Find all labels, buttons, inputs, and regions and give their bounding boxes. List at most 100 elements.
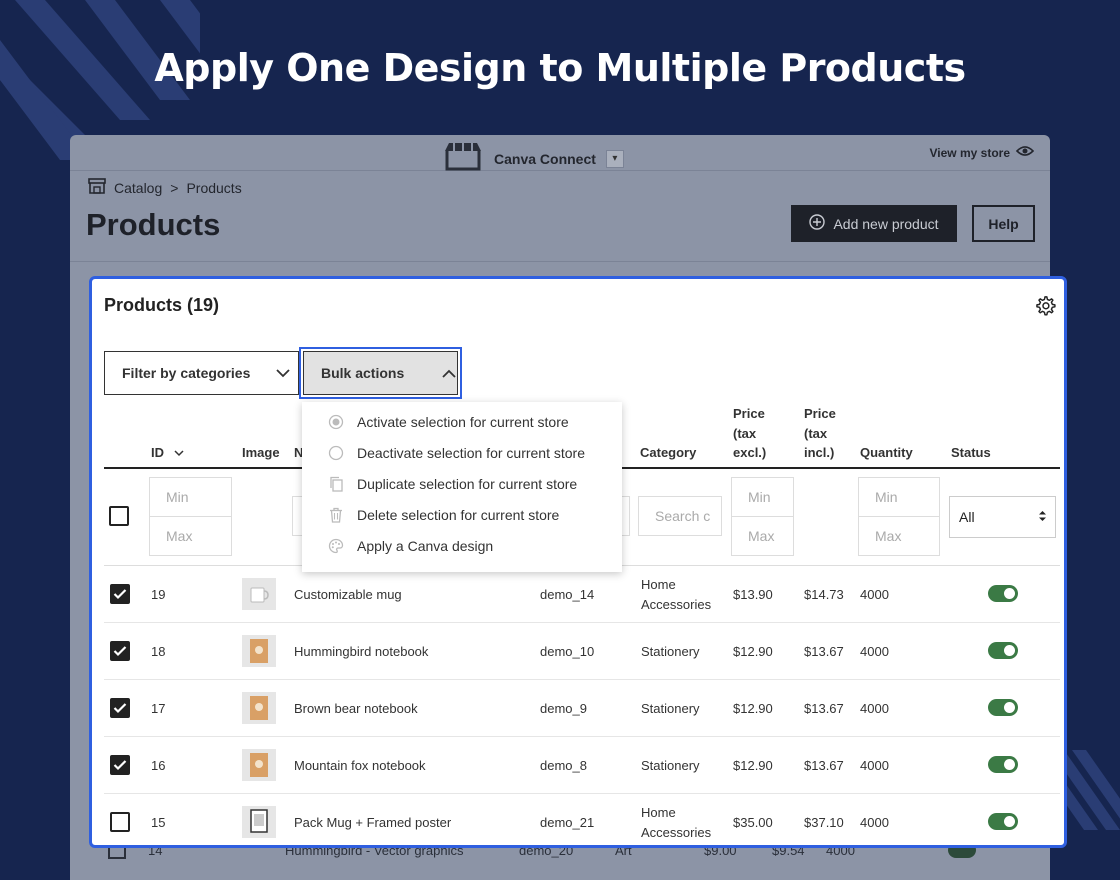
column-header-price-incl[interactable]: Price (tax incl.): [804, 404, 836, 463]
breadcrumb-separator: >: [170, 179, 179, 196]
row-checkbox[interactable]: [110, 812, 130, 832]
header-line: excl.): [733, 445, 767, 460]
add-new-product-label: Add new product: [833, 215, 939, 232]
notebook-icon: [250, 639, 268, 663]
table-row[interactable]: 17 Brown bear notebook demo_9 Stationery $12…: [104, 680, 1060, 737]
chevron-up-icon: [442, 365, 456, 381]
checkmark-icon: [113, 646, 127, 657]
mug-icon: [250, 587, 269, 603]
breadcrumb: Catalog > Products: [88, 178, 242, 197]
header-line: Price: [804, 406, 836, 421]
quantity-min-input[interactable]: Min: [858, 477, 940, 517]
row-reference: demo_9: [540, 700, 587, 716]
row-id: 19: [151, 586, 166, 602]
status-toggle[interactable]: [988, 756, 1018, 773]
row-product-name: Customizable mug: [294, 586, 402, 602]
table-row[interactable]: 16 Mountain fox notebook demo_8 Stationery $…: [104, 737, 1060, 794]
menu-item-label: Activate selection for current store: [357, 414, 569, 430]
status-toggle[interactable]: [988, 699, 1018, 716]
row-category-line: Stationery: [641, 700, 700, 716]
category-search-input[interactable]: Search c: [638, 496, 722, 536]
row-price-excl: $35.00: [733, 814, 773, 830]
trash-icon: [328, 507, 344, 523]
column-header-category[interactable]: Category: [640, 443, 696, 463]
plus-circle-icon: [809, 214, 826, 233]
menu-item-label: Apply a Canva design: [357, 538, 494, 554]
row-checkbox[interactable]: [110, 755, 130, 775]
quantity-max-input[interactable]: Max: [858, 516, 940, 556]
menu-item-delete[interactable]: Delete selection for current store: [328, 503, 559, 527]
product-thumbnail[interactable]: [242, 578, 276, 610]
view-store-label: View my store: [929, 145, 1010, 160]
column-header-price-excl[interactable]: Price (tax excl.): [733, 404, 766, 463]
row-reference: demo_21: [540, 814, 595, 830]
row-product-name: Pack Mug + Framed poster: [294, 814, 452, 830]
chevron-down-icon: [276, 365, 291, 381]
row-reference: demo_10: [540, 643, 595, 659]
product-thumbnail[interactable]: [242, 749, 276, 781]
bulk-actions-button[interactable]: Bulk actions: [303, 351, 458, 395]
chevron-down-icon[interactable]: ▾: [605, 149, 624, 168]
row-checkbox[interactable]: [110, 641, 130, 661]
menu-item-apply-canva-design[interactable]: Apply a Canva design: [328, 534, 493, 558]
view-store-link[interactable]: View my store: [929, 145, 1035, 160]
copy-icon: [328, 476, 344, 492]
status-toggle[interactable]: [988, 585, 1018, 602]
table-row[interactable]: 19 Customizable mug demo_14 Home Accessories…: [104, 566, 1060, 623]
filter-by-categories-button[interactable]: Filter by categories: [104, 351, 299, 395]
checkmark-icon: [113, 589, 127, 600]
notebook-icon: [250, 753, 268, 777]
menu-item-activate[interactable]: Activate selection for current store: [328, 410, 569, 434]
column-header-status[interactable]: Status: [951, 443, 991, 463]
radio-filled-icon: [328, 414, 344, 430]
row-id: 18: [151, 643, 166, 659]
status-filter-select[interactable]: All: [949, 496, 1056, 538]
id-max-input[interactable]: Max: [149, 516, 232, 556]
row-price-excl: $12.90: [733, 700, 773, 716]
price-min-input[interactable]: Min: [731, 477, 794, 517]
status-toggle[interactable]: [988, 813, 1018, 830]
breadcrumb-catalog[interactable]: Catalog: [114, 180, 162, 196]
column-header-id[interactable]: ID: [151, 443, 184, 463]
id-min-input[interactable]: Min: [149, 477, 232, 517]
gear-icon[interactable]: [1034, 295, 1056, 322]
row-category: Stationery: [641, 680, 700, 737]
storefront-icon: [442, 141, 484, 176]
row-reference: demo_8: [540, 757, 587, 773]
help-button[interactable]: Help: [972, 205, 1035, 242]
add-new-product-button[interactable]: Add new product: [791, 205, 957, 242]
product-thumbnail[interactable]: [242, 692, 276, 724]
column-header-image: Image: [242, 445, 280, 460]
row-category: Stationery: [641, 737, 700, 794]
menu-item-deactivate[interactable]: Deactivate selection for current store: [328, 441, 585, 465]
select-all-checkbox[interactable]: [109, 506, 129, 526]
row-price-incl: $37.10: [804, 814, 844, 830]
row-id: 15: [151, 814, 166, 830]
row-product-name: Hummingbird notebook: [294, 643, 429, 659]
row-price-excl: $12.90: [733, 643, 773, 659]
bulk-actions-menu: Activate selection for current store Dea…: [302, 402, 622, 572]
header-line: (tax: [804, 425, 828, 441]
row-checkbox[interactable]: [110, 584, 130, 604]
row-category: Home Accessories: [641, 566, 711, 623]
menu-item-duplicate[interactable]: Duplicate selection for current store: [328, 472, 577, 496]
row-category: Stationery: [641, 623, 700, 680]
row-product-name: Mountain fox notebook: [294, 757, 426, 773]
checkmark-icon: [113, 760, 127, 771]
products-card-title: Products (19): [104, 295, 220, 315]
menu-item-label: Deactivate selection for current store: [357, 445, 585, 461]
row-checkbox[interactable]: [110, 698, 130, 718]
status-toggle[interactable]: [988, 642, 1018, 659]
price-max-input[interactable]: Max: [731, 516, 794, 556]
table-row[interactable]: 18 Hummingbird notebook demo_10 Stationery $…: [104, 623, 1060, 680]
table-row[interactable]: 15 Pack Mug + Framed poster demo_21 Home Acc…: [104, 794, 1060, 845]
row-category-line: Accessories: [641, 596, 712, 612]
row-price-excl: $13.90: [733, 586, 773, 602]
column-header-id-label: ID: [151, 445, 164, 460]
product-thumbnail[interactable]: [242, 635, 276, 667]
row-quantity: 4000: [860, 757, 889, 773]
product-thumbnail[interactable]: [242, 806, 276, 838]
column-header-quantity[interactable]: Quantity: [860, 443, 913, 463]
row-product-name: Brown bear notebook: [294, 700, 418, 716]
store-brand[interactable]: Canva Connect ▾: [442, 141, 624, 176]
